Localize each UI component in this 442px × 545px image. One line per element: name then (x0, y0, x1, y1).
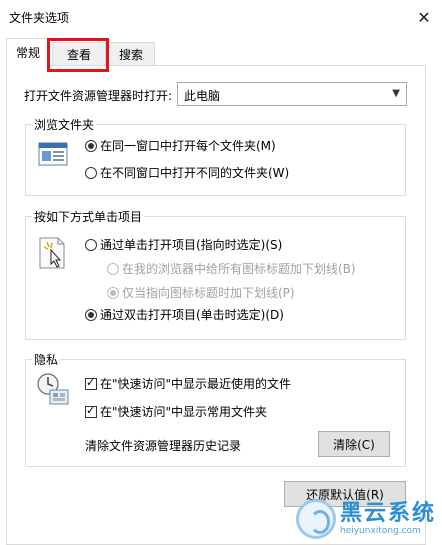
radio-label: 在我的浏览器中给所有图标标题加下划线(B) (122, 262, 356, 276)
radio-circle (85, 238, 97, 251)
click-items-legend: 按如下方式单击项目 (32, 208, 145, 225)
folder-windows-icon (38, 140, 68, 168)
clear-history-label: 清除文件资源管理器历史记录 (85, 439, 242, 453)
checkbox-box (85, 404, 97, 418)
radio-circle (107, 286, 119, 299)
privacy-legend: 隐私 (32, 351, 61, 368)
radio-label: 在同一窗口中打开每个文件夹(M) (100, 139, 276, 153)
checkbox-box (85, 376, 97, 390)
chevron-down-icon: ▼ (392, 88, 400, 99)
close-icon[interactable]: ✕ (406, 0, 442, 34)
watermark: 黑云系统 heiyunxitong.com (295, 499, 436, 539)
open-explorer-select[interactable]: 此电脑 ▼ (177, 82, 407, 106)
watermark-logo-icon (295, 499, 336, 539)
open-explorer-label: 打开文件资源管理器时打开: (24, 89, 173, 103)
radio-underline-hover[interactable]: 仅当指向图标标题时加下划线(P) (107, 284, 295, 301)
radio-label: 通过单击打开项目(指向时选定)(S) (100, 238, 283, 252)
radio-circle (85, 308, 97, 321)
checkbox-label: 在"快速访问"中显示常用文件夹 (100, 405, 268, 419)
radio-circle (85, 139, 97, 152)
radio-label: 在不同窗口中打开不同的文件夹(W) (100, 166, 290, 180)
check-recent-files[interactable]: 在"快速访问"中显示最近使用的文件 (85, 375, 291, 392)
cursor-click-icon (38, 236, 68, 270)
tab-general[interactable]: 常规 (6, 38, 50, 66)
radio-circle (107, 262, 119, 275)
clear-button[interactable]: 清除(C) (318, 431, 390, 457)
tab-search[interactable]: 搜索 (107, 42, 155, 65)
watermark-name: 黑云系统 (339, 501, 436, 526)
radio-circle (85, 166, 97, 179)
radio-label: 仅当指向图标标题时加下划线(P) (122, 286, 295, 300)
privacy-clock-icon (36, 372, 70, 406)
radio-same-window[interactable]: 在同一窗口中打开每个文件夹(M) (85, 137, 276, 154)
window-title: 文件夹选项 (9, 11, 70, 25)
radio-double-click[interactable]: 通过双击打开项目(单击时选定)(D) (85, 306, 284, 323)
radio-underline-all[interactable]: 在我的浏览器中给所有图标标题加下划线(B) (107, 260, 356, 277)
title-bar: 文件夹选项 ✕ (0, 0, 442, 34)
check-frequent-folders[interactable]: 在"快速访问"中显示常用文件夹 (85, 403, 267, 420)
checkbox-label: 在"快速访问"中显示最近使用的文件 (100, 377, 292, 391)
radio-different-window[interactable]: 在不同窗口中打开不同的文件夹(W) (85, 164, 289, 181)
radio-label: 通过双击打开项目(单击时选定)(D) (100, 308, 284, 322)
watermark-url: heiyunxitong.com (339, 526, 421, 536)
radio-single-click[interactable]: 通过单击打开项目(指向时选定)(S) (85, 236, 282, 253)
highlight-box (47, 38, 109, 72)
select-value: 此电脑 (184, 89, 221, 103)
browse-folders-group: 浏览文件夹 (25, 116, 406, 196)
browse-folders-legend: 浏览文件夹 (32, 116, 97, 133)
